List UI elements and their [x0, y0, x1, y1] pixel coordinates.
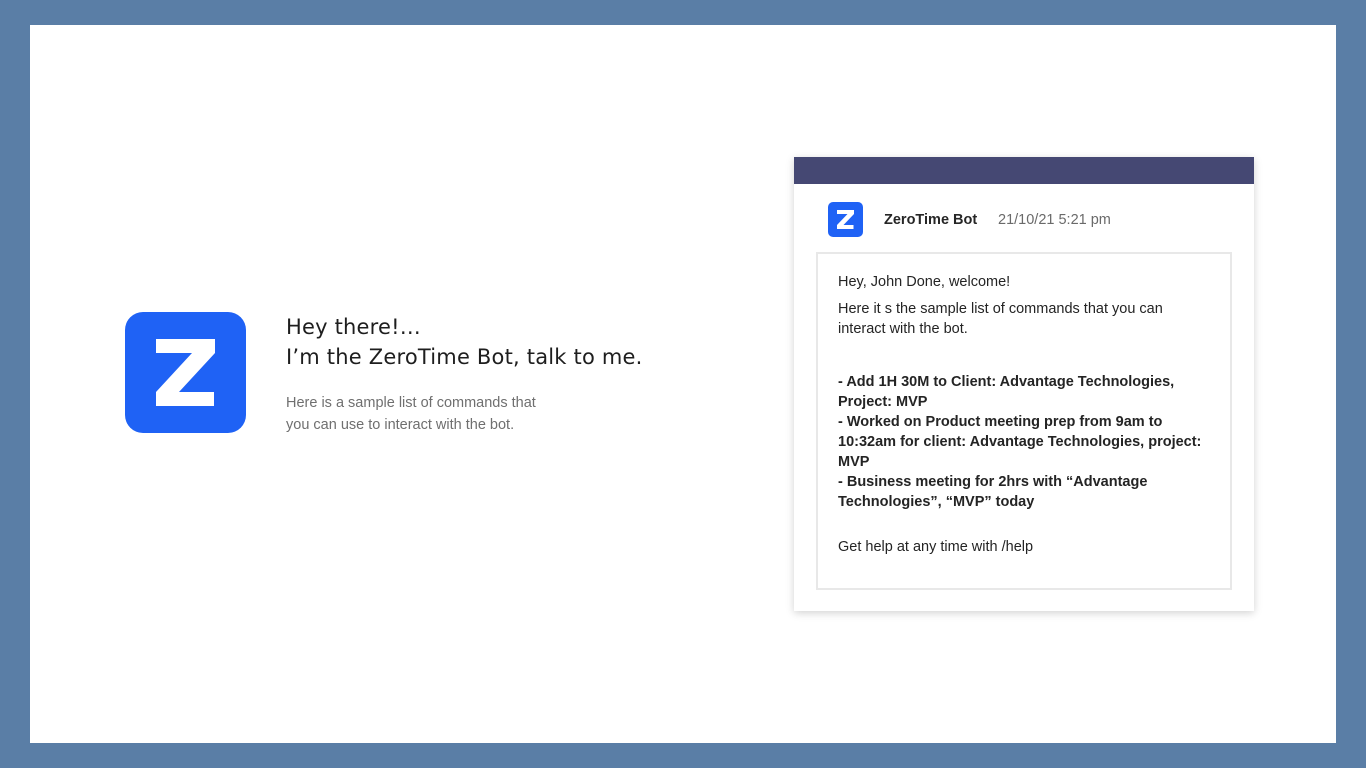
- command-list: - Add 1H 30M to Client: Advantage Techno…: [838, 372, 1210, 512]
- z-avatar-glyph: [837, 210, 854, 229]
- bot-name[interactable]: ZeroTime Bot: [884, 212, 977, 228]
- z-logo-glyph: [156, 339, 215, 406]
- intro-heading-line2: I’m the ZeroTime Bot, talk to me.: [286, 345, 643, 369]
- command-item: - Business meeting for 2hrs with “Advant…: [838, 474, 1148, 510]
- message-header: ZeroTime Bot 21/10/21 5:21 pm: [828, 202, 1234, 238]
- bot-message-card: ZeroTime Bot 21/10/21 5:21 pm Hey, John …: [794, 157, 1254, 611]
- command-item: - Worked on Product meeting prep from 9a…: [838, 414, 1202, 470]
- page-canvas: Hey there!… I’m the ZeroTime Bot, talk t…: [30, 25, 1336, 743]
- message-body: Hey, John Done, welcome! Here it s the s…: [816, 252, 1232, 590]
- intro-heading: Hey there!… I’m the ZeroTime Bot, talk t…: [286, 312, 706, 372]
- zerotime-logo-icon: [125, 312, 246, 433]
- card-top-bar: [794, 157, 1254, 184]
- command-item: - Add 1H 30M to Client: Advantage Techno…: [838, 374, 1175, 410]
- bot-avatar-icon[interactable]: [828, 202, 863, 237]
- message-greeting: Hey, John Done, welcome!: [838, 274, 1011, 290]
- intro-heading-line1: Hey there!…: [286, 315, 421, 339]
- intro-subtitle: Here is a sample list of commands that y…: [286, 392, 586, 436]
- help-hint: Get help at any time with /help: [838, 539, 1034, 555]
- message-intro: Here it s the sample list of commands th…: [838, 301, 1163, 337]
- message-timestamp: 21/10/21 5:21 pm: [998, 212, 1111, 228]
- intro-subtitle-line2: you can use to interact with the bot.: [286, 417, 515, 433]
- intro-subtitle-line1: Here is a sample list of commands that: [286, 395, 536, 411]
